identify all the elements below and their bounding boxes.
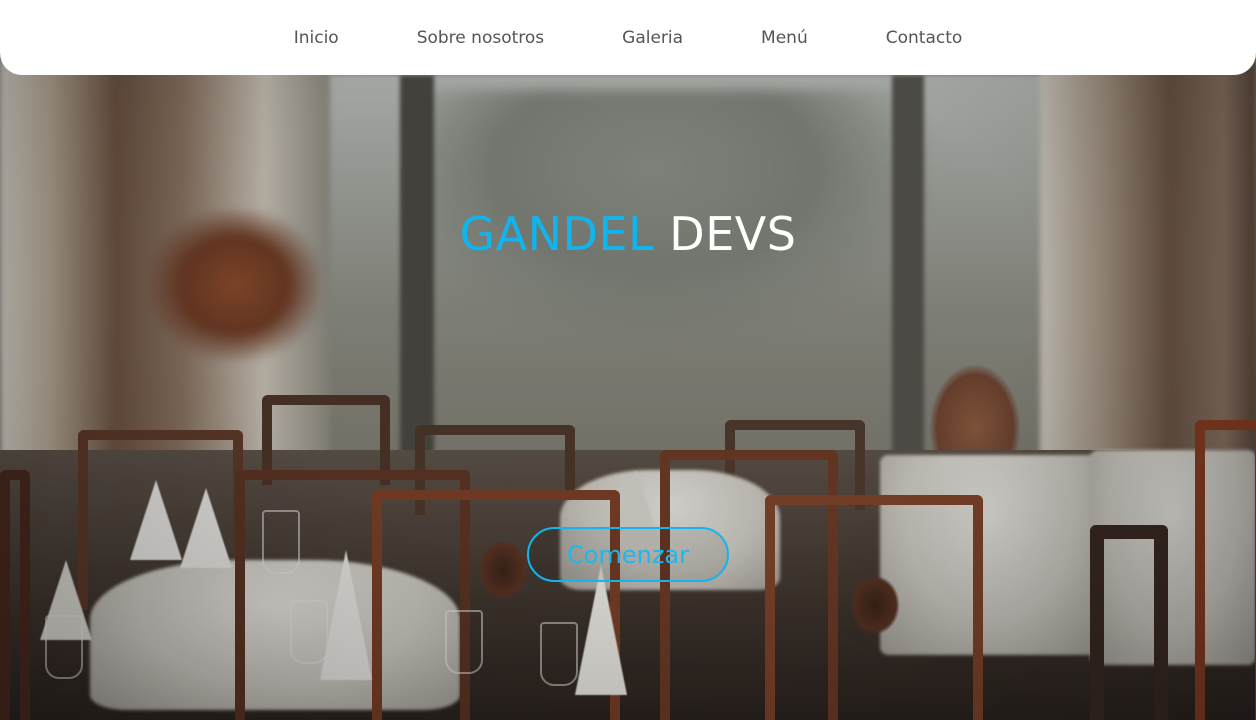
nav-link-inicio[interactable]: Inicio (255, 28, 378, 48)
nav-link-menu[interactable]: Menú (722, 28, 847, 48)
start-button[interactable]: Comenzar (527, 527, 729, 582)
landing-page: Inicio Sobre nosotros Galeria Menú Conta… (0, 0, 1256, 720)
nav-link-galeria[interactable]: Galeria (583, 28, 722, 48)
hero-background-image (0, 0, 1256, 720)
hero-title-rest: DEVS (669, 207, 797, 261)
hero-title-accent: GANDEL (459, 207, 655, 261)
top-navigation-bar: Inicio Sobre nosotros Galeria Menú Conta… (0, 0, 1256, 75)
nav-menu: Inicio Sobre nosotros Galeria Menú Conta… (255, 28, 1002, 48)
nav-link-contacto[interactable]: Contacto (847, 28, 1002, 48)
hero-title: GANDEL DEVS (0, 207, 1256, 261)
nav-link-sobre-nosotros[interactable]: Sobre nosotros (378, 28, 583, 48)
